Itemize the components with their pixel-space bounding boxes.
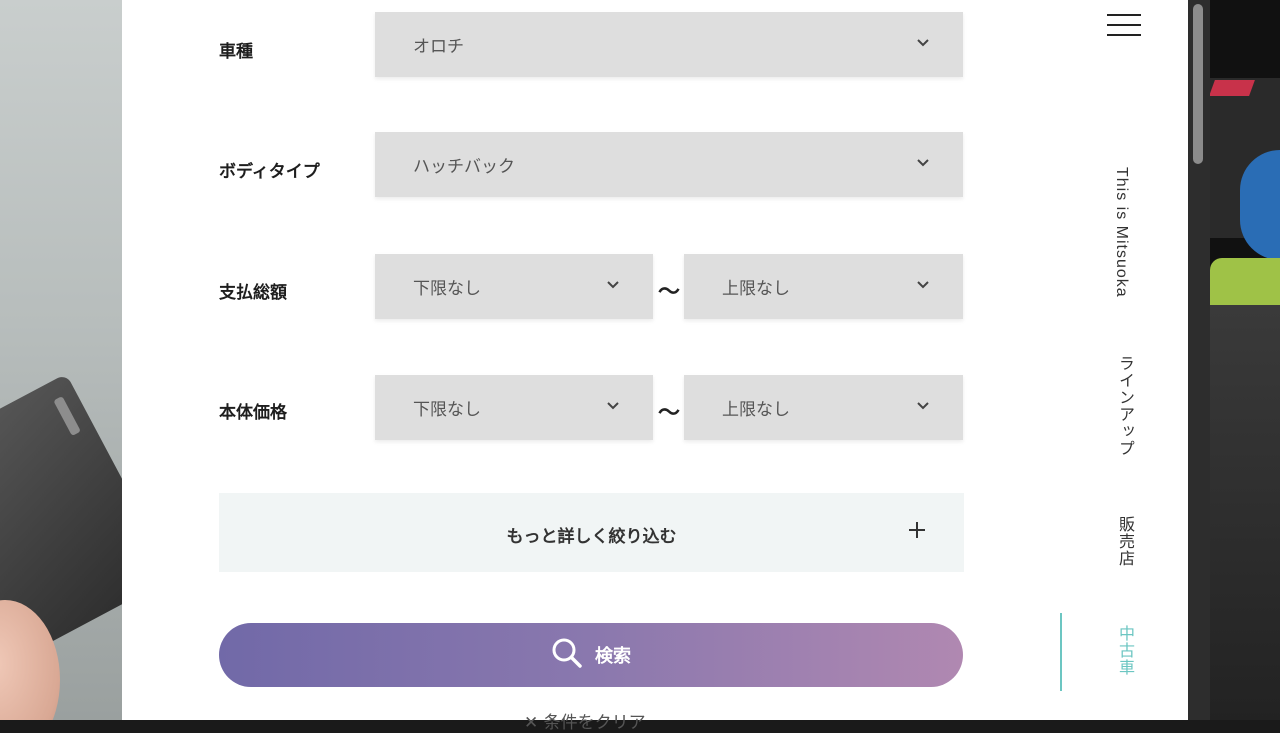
- scrollbar-thumb[interactable]: [1193, 4, 1203, 164]
- total-payment-max-select[interactable]: 上限なし: [684, 254, 963, 319]
- search-button[interactable]: 検索: [219, 623, 963, 687]
- car-model-label: 車種: [219, 42, 253, 62]
- body-type-label: ボディタイプ: [219, 162, 320, 182]
- hamburger-icon[interactable]: [1107, 14, 1141, 36]
- page-scrollbar[interactable]: [1188, 0, 1210, 720]
- body-price-label: 本体価格: [219, 403, 287, 423]
- plus-icon: [908, 521, 926, 539]
- nav-item-this-is-mitsuoka[interactable]: This is Mitsuoka: [1112, 167, 1130, 298]
- body-type-value: ハッチバック: [413, 157, 515, 177]
- chevron-down-icon: [917, 280, 929, 291]
- search-panel: 車種 オロチ ボディタイプ ハッチバック 支払総額 下限なし 〜 上限なし 本体…: [122, 0, 1188, 733]
- clear-conditions-link[interactable]: ✕ 条件をクリア: [524, 708, 646, 733]
- nav-item-lineup[interactable]: ラインアップ: [1112, 355, 1136, 457]
- range-separator: 〜: [658, 280, 681, 305]
- search-icon: [551, 637, 583, 673]
- nav-item-dealers[interactable]: 販売店: [1112, 516, 1136, 567]
- background-photo-left: [0, 0, 122, 720]
- background-seat-green: [1210, 258, 1280, 308]
- total-payment-min-select[interactable]: 下限なし: [375, 254, 653, 319]
- chevron-down-icon: [917, 401, 929, 412]
- car-model-select[interactable]: オロチ: [375, 12, 963, 77]
- total-payment-max-value: 上限なし: [722, 279, 790, 299]
- range-separator: 〜: [658, 401, 681, 426]
- body-price-min-value: 下限なし: [413, 400, 481, 420]
- background-seat-dark: [1210, 305, 1280, 720]
- total-payment-min-value: 下限なし: [413, 279, 481, 299]
- chevron-down-icon: [917, 158, 929, 169]
- active-nav-indicator: [1060, 613, 1062, 691]
- car-model-value: オロチ: [413, 37, 464, 57]
- background-photo-right: [1210, 0, 1280, 720]
- chevron-down-icon: [917, 38, 929, 49]
- more-filters-toggle[interactable]: もっと詳しく絞り込む: [219, 493, 964, 572]
- more-filters-label: もっと詳しく絞り込む: [506, 527, 677, 547]
- background-seat-blue: [1240, 150, 1280, 260]
- background-logo-mark: [1210, 80, 1255, 96]
- body-price-max-select[interactable]: 上限なし: [684, 375, 963, 440]
- nav-item-used-cars[interactable]: 中古車: [1112, 625, 1136, 676]
- chevron-down-icon: [607, 280, 619, 291]
- body-price-max-value: 上限なし: [722, 400, 790, 420]
- total-payment-label: 支払総額: [219, 283, 287, 303]
- body-type-select[interactable]: ハッチバック: [375, 132, 963, 197]
- chevron-down-icon: [607, 401, 619, 412]
- search-button-label: 検索: [595, 646, 631, 667]
- body-price-min-select[interactable]: 下限なし: [375, 375, 653, 440]
